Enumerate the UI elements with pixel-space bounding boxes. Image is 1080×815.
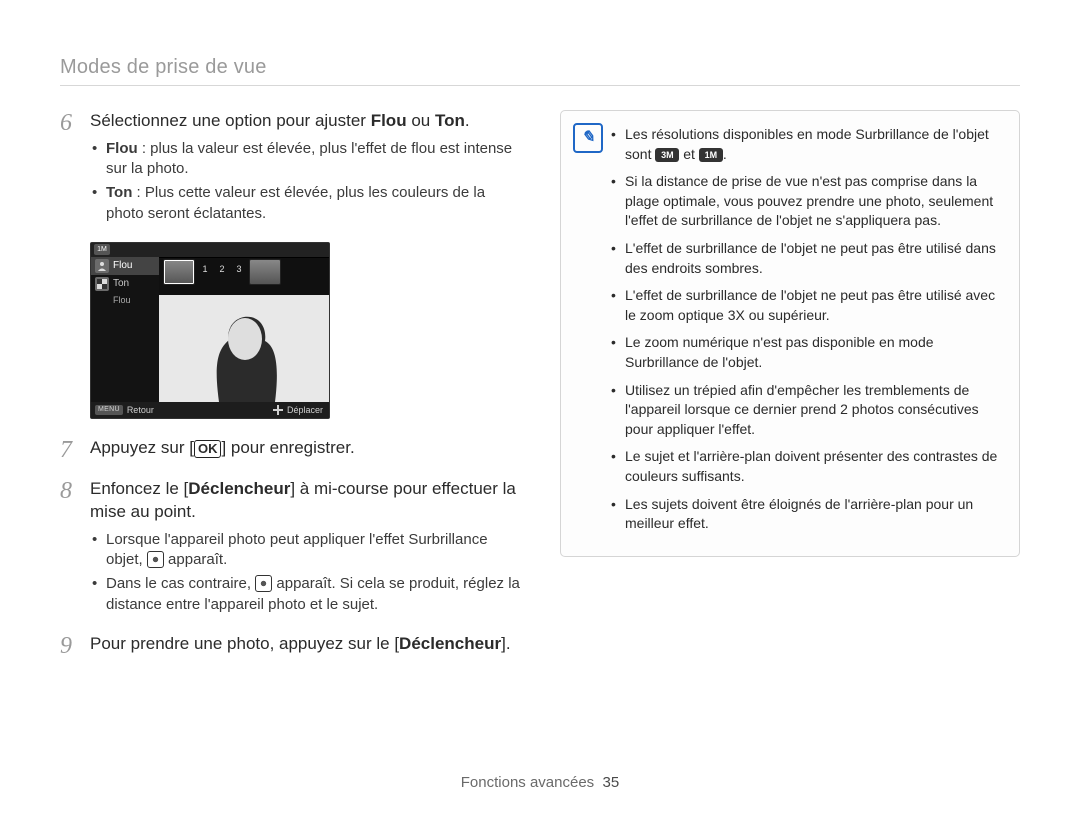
step-number: 6	[60, 110, 90, 228]
ok-key-icon: OK	[194, 440, 222, 458]
focus-ok-icon	[147, 551, 164, 568]
bullet-fail-icon: Dans le cas contraire, apparaît. Si cela…	[90, 574, 520, 615]
scale-3: 3	[232, 259, 246, 274]
right-column: ✎ Les résolutions disponibles en mode Su…	[560, 110, 1020, 674]
slider-thumb-start[interactable]	[163, 259, 195, 285]
section-rule	[60, 85, 1020, 86]
note-list: Les résolutions disponibles en mode Surb…	[611, 125, 1003, 534]
step-9-text: Pour prendre une photo, appuyez sur le […	[90, 633, 520, 656]
bold-declencheur: Déclencheur	[188, 479, 290, 498]
bold-ton: Ton	[435, 111, 465, 130]
step-7-text: Appuyez sur [OK] pour enregistrer.	[90, 437, 520, 460]
note-item: L'effet de surbrillance de l'objet ne pe…	[611, 286, 1003, 325]
page-number: 35	[603, 774, 620, 791]
step-6: 6 Sélectionnez une option pour ajuster F…	[60, 110, 520, 228]
text: : Plus cette valeur est élevée, plus les…	[106, 184, 485, 221]
slider-thumb-end[interactable]	[249, 259, 281, 285]
scale-2: 2	[215, 259, 229, 274]
text: Sélectionnez une option pour ajuster	[90, 111, 371, 130]
dpad-icon	[273, 405, 283, 415]
person-icon	[95, 259, 109, 273]
step-9: 9 Pour prendre une photo, appuyez sur le…	[60, 633, 520, 660]
text: Appuyez sur [	[90, 438, 194, 457]
mode-badge: 1M	[94, 244, 110, 255]
option-label: Ton	[113, 278, 129, 289]
text: et	[679, 146, 698, 162]
text: .	[465, 111, 470, 130]
option-label: Flou	[113, 295, 131, 305]
camera-lcd-mock: 1M Flou Ton Flou	[90, 242, 330, 419]
section-title: Modes de prise de vue	[60, 56, 1020, 79]
note-item: L'effet de surbrillance de l'objet ne pe…	[611, 239, 1003, 278]
manual-page: Modes de prise de vue 6 Sélectionnez une…	[0, 0, 1080, 815]
bold-flou: Flou	[371, 111, 407, 130]
bullet-flou: Flou : plus la valeur est élevée, plus l…	[90, 139, 520, 180]
blur-level-slider[interactable]: 1 2 3	[163, 259, 323, 295]
text: ou	[407, 111, 435, 130]
text: : plus la valeur est élevée, plus l'effe…	[106, 140, 512, 177]
text: Enfoncez le [	[90, 479, 188, 498]
bold-declencheur: Déclencheur	[399, 634, 501, 653]
left-column: 6 Sélectionnez une option pour ajuster F…	[60, 110, 520, 674]
note-item: Le sujet et l'arrière-plan doivent prése…	[611, 447, 1003, 486]
checker-icon	[95, 277, 109, 291]
label: Ton	[106, 184, 132, 201]
option-ton[interactable]: Ton	[91, 275, 159, 293]
text: Dans le cas contraire,	[106, 575, 255, 592]
back-label: Retour	[127, 405, 154, 415]
info-note-box: ✎ Les résolutions disponibles en mode Su…	[560, 110, 1020, 557]
step-7: 7 Appuyez sur [OK] pour enregistrer.	[60, 437, 520, 464]
footer-section: Fonctions avancées	[461, 774, 594, 791]
text: Pour prendre une photo, appuyez sur le [	[90, 634, 399, 653]
info-icon: ✎	[573, 123, 603, 153]
step-8-lead: Enfoncez le [Déclencheur] à mi-course po…	[90, 478, 520, 524]
bullet-ok-icon: Lorsque l'appareil photo peut appliquer …	[90, 530, 520, 571]
scale-1: 1	[198, 259, 212, 274]
label: Flou	[106, 140, 138, 157]
step-8-bullets: Lorsque l'appareil photo peut appliquer …	[90, 530, 520, 615]
text: ] pour enregistrer.	[221, 438, 354, 457]
note-item: Les résolutions disponibles en mode Surb…	[611, 125, 1003, 164]
text: ].	[501, 634, 510, 653]
lcd-top-bar: 1M	[91, 243, 329, 258]
option-flou-sub[interactable]: Flou	[91, 293, 159, 307]
step-number: 7	[60, 437, 90, 464]
note-item: Le zoom numérique n'est pas disponible e…	[611, 333, 1003, 372]
menu-chip[interactable]: MENU	[95, 405, 123, 415]
portrait-silhouette-icon	[159, 295, 329, 402]
lcd-left-panel: Flou Ton Flou	[91, 257, 159, 402]
two-column-layout: 6 Sélectionnez une option pour ajuster F…	[60, 110, 1020, 674]
move-label: Déplacer	[287, 405, 323, 415]
resolution-badge-1m: 1M	[699, 148, 723, 162]
text: .	[723, 146, 727, 162]
step-number: 9	[60, 633, 90, 660]
step-8: 8 Enfoncez le [Déclencheur] à mi-course …	[60, 478, 520, 619]
option-flou[interactable]: Flou	[91, 257, 159, 275]
note-item: Si la distance de prise de vue n'est pas…	[611, 172, 1003, 231]
step-number: 8	[60, 478, 90, 619]
note-item: Utilisez un trépied afin d'empêcher les …	[611, 381, 1003, 440]
page-footer: Fonctions avancées 35	[0, 774, 1080, 791]
focus-fail-icon	[255, 575, 272, 592]
text: apparaît.	[164, 551, 227, 568]
lcd-bottom-bar: MENU Retour Déplacer	[91, 402, 329, 418]
step-6-lead: Sélectionnez une option pour ajuster Flo…	[90, 110, 520, 133]
resolution-badge-3m: 3M	[655, 148, 679, 162]
step-6-bullets: Flou : plus la valeur est élevée, plus l…	[90, 139, 520, 224]
note-item: Les sujets doivent être éloignés de l'ar…	[611, 495, 1003, 534]
lcd-preview	[159, 295, 329, 402]
bullet-ton: Ton : Plus cette valeur est élevée, plus…	[90, 183, 520, 224]
option-label: Flou	[113, 260, 132, 271]
